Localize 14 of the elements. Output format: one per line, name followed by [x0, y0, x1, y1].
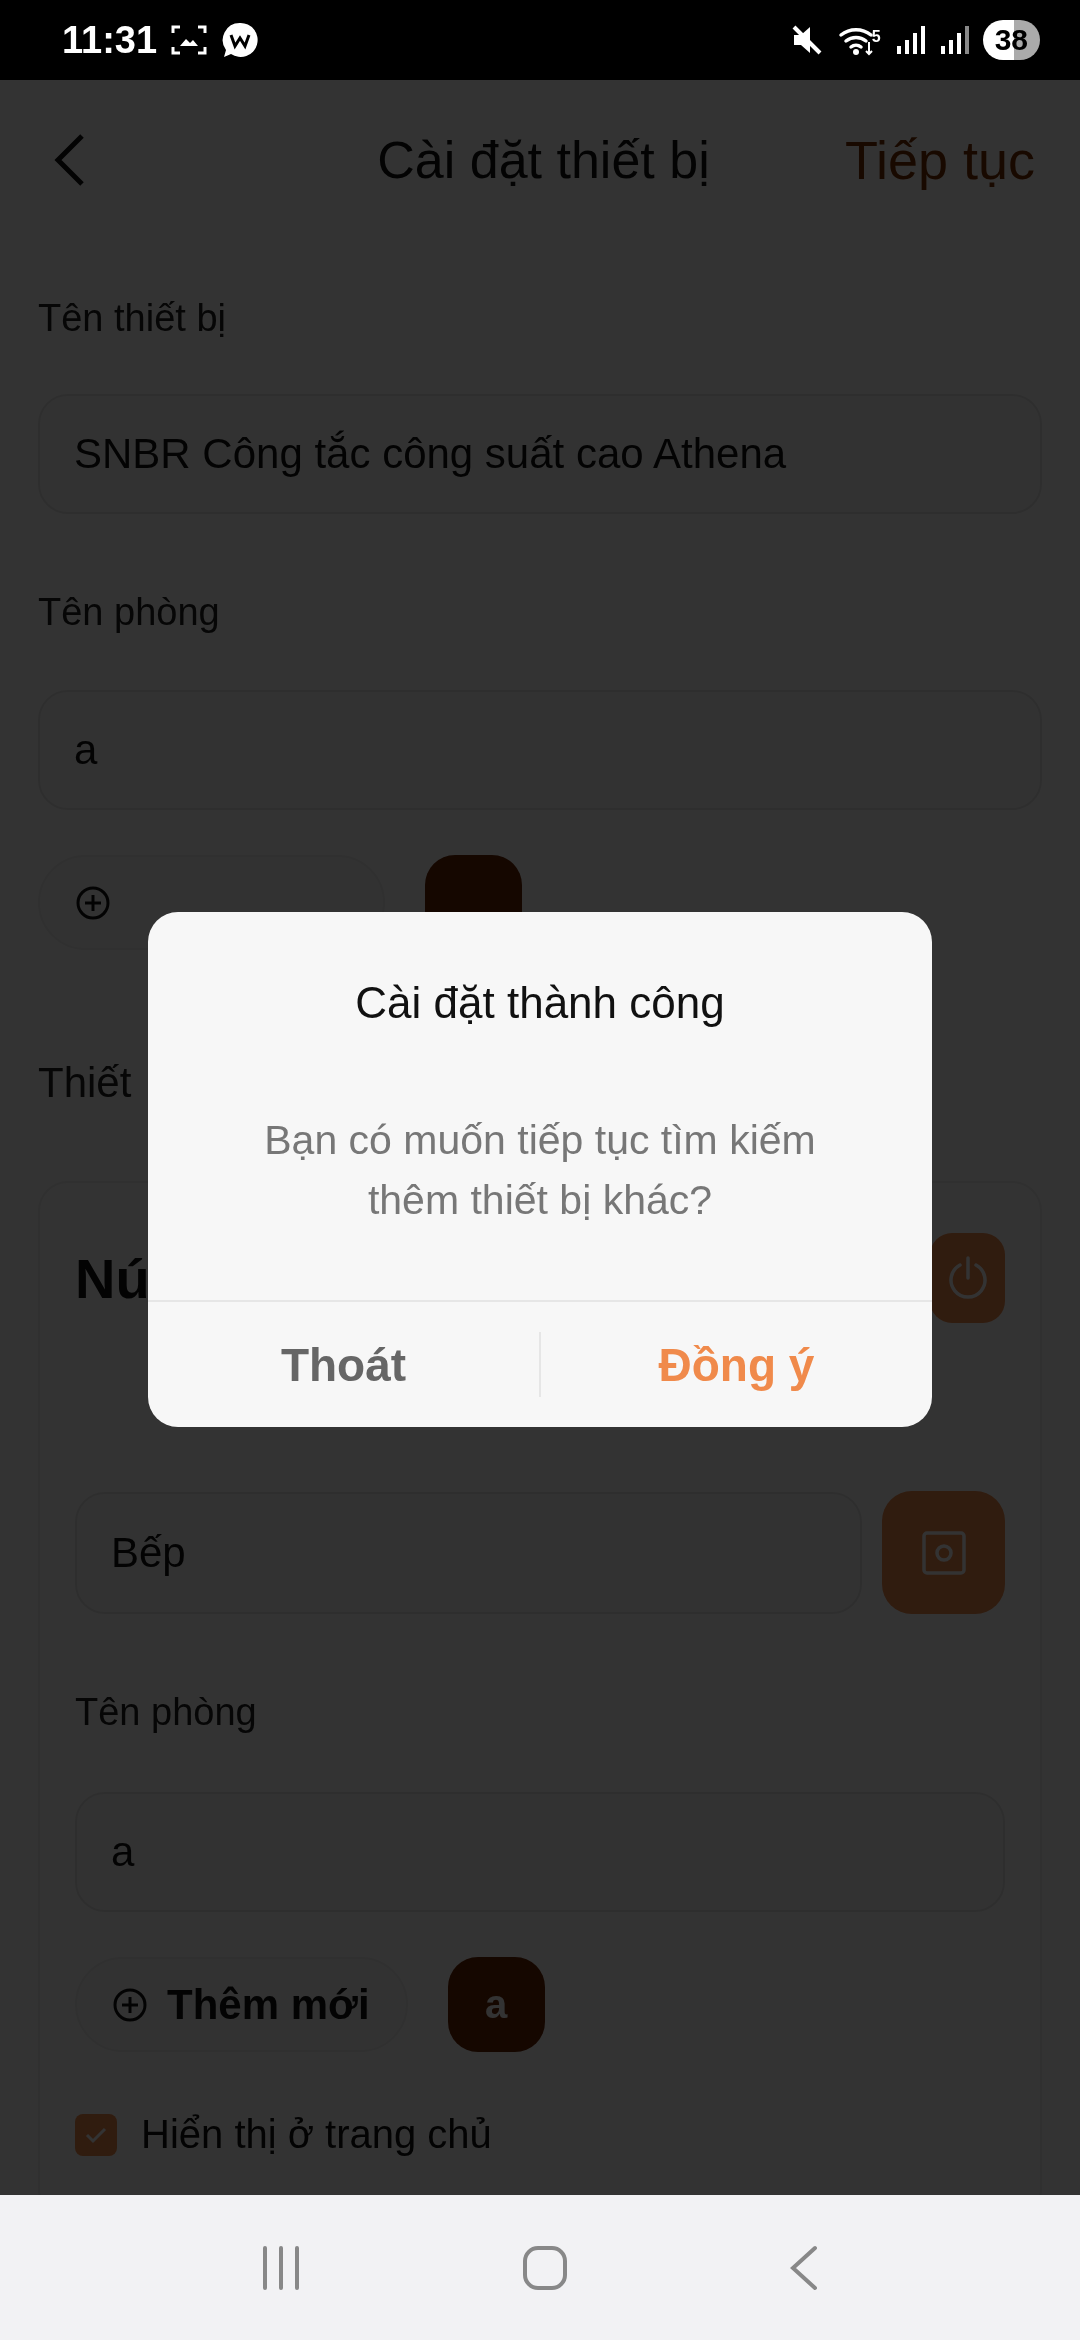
dialog-title: Cài đặt thành công — [354, 977, 726, 1029]
agree-button[interactable]: Đồng ý — [541, 1302, 932, 1427]
battery-level: 38 — [982, 20, 1040, 60]
exit-button[interactable]: Thoát — [148, 1302, 539, 1427]
clock: 11:31 — [62, 18, 158, 62]
signal-icon — [894, 24, 925, 56]
home-icon[interactable] — [522, 2244, 568, 2291]
network-type: 5 — [871, 28, 881, 46]
dialog-message: Bạn có muốn tiếp tục tìm kiếm thêm thiết bị khác? — [263, 1116, 817, 1225]
screenshot-icon — [171, 24, 208, 56]
chat-icon — [221, 21, 260, 59]
signal-icon — [938, 24, 969, 56]
recent-apps-icon[interactable] — [260, 2244, 301, 2291]
back-icon[interactable] — [789, 2244, 820, 2291]
